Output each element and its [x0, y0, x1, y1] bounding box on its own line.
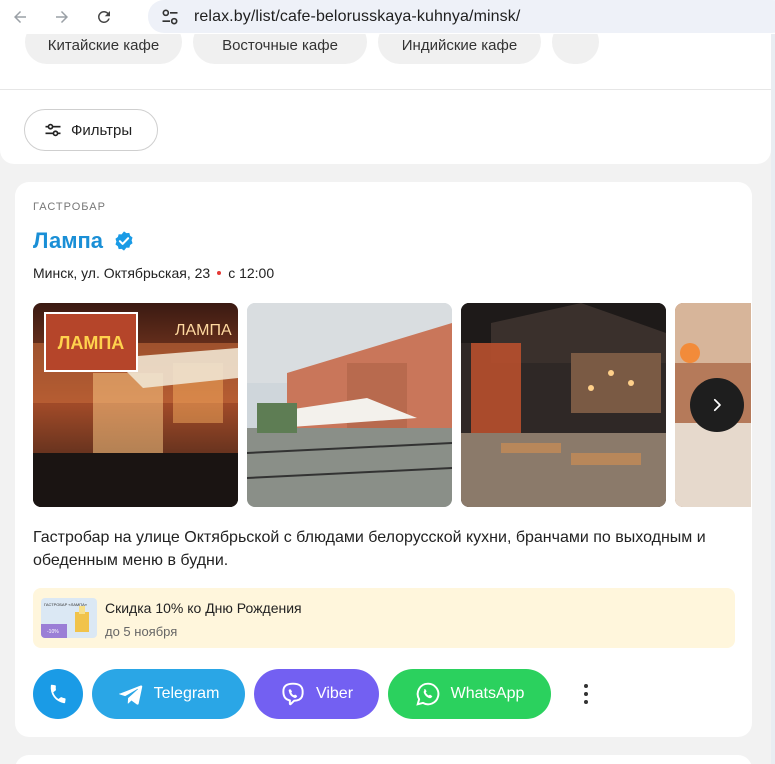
reload-icon [97, 10, 110, 23]
listing-hours: с 12:00 [228, 265, 275, 281]
promo-thumbnail: ГАСТРОБАР «ЛАМПА» -10% [41, 598, 97, 638]
listing-description: Гастробар на улице Октябрьской с блюдами… [33, 529, 706, 569]
url-text[interactable]: relax.by/list/cafe-belorusskaya-kuhnya/m… [194, 8, 520, 26]
page-right-edge [771, 34, 775, 764]
telegram-label: Telegram [153, 685, 220, 702]
promo-date: до 5 ноября [105, 624, 178, 639]
back-button[interactable] [6, 3, 34, 31]
viber-icon [282, 682, 304, 706]
chip-indian-cafe[interactable]: Индийские кафе [378, 34, 541, 64]
verified-badge-icon [115, 231, 133, 251]
viber-label: Viber [315, 685, 354, 702]
more-dot-icon [584, 692, 588, 696]
arrow-right-icon [56, 11, 68, 23]
more-dot-icon [584, 700, 588, 704]
viber-button[interactable]: Viber [254, 669, 379, 719]
gallery-photo-1[interactable]: ЛАМПА ЛАМПА [33, 303, 238, 507]
phone-icon [50, 684, 66, 704]
chip-label: Восточные кафе [222, 37, 338, 54]
call-button[interactable] [33, 669, 83, 719]
more-dot-icon [584, 684, 588, 688]
listing-address-row: Минск, ул. Октябрьская, 23 с 12:00 [33, 265, 274, 281]
more-options-button[interactable] [579, 682, 593, 706]
gallery-photo-3[interactable] [461, 303, 666, 507]
filters-button-label: Фильтры [71, 121, 133, 139]
next-listing-card [15, 755, 752, 764]
category-chips: Китайские кафе Восточные кафе Индийские … [0, 34, 771, 90]
whatsapp-icon [415, 682, 439, 706]
photo-gallery: ЛАМПА ЛАМПА [33, 303, 751, 507]
gallery-photo-2[interactable] [247, 303, 452, 507]
promo-thumbnail-image: ГАСТРОБАР «ЛАМПА» -10% [41, 598, 97, 638]
address-bar[interactable]: relax.by/list/cafe-belorusskaya-kuhnya/m… [148, 0, 775, 33]
chip-label: Китайские кафе [47, 37, 160, 54]
telegram-icon [118, 685, 142, 705]
whatsapp-label: WhatsApp [450, 685, 525, 702]
gallery-next-button[interactable] [690, 378, 744, 432]
photo-interior [461, 303, 666, 507]
arrow-left-icon [14, 11, 26, 23]
photo-exterior-night: ЛАМПА ЛАМПА [33, 303, 238, 507]
photo-sign-logo: ЛАМПА [58, 333, 125, 353]
sliders-icon [45, 123, 61, 137]
chevron-right-icon [713, 398, 721, 412]
listing-title-row: Лампа [33, 228, 135, 254]
site-settings-icon[interactable] [160, 7, 180, 27]
forward-button[interactable] [48, 3, 76, 31]
separator-dot [217, 271, 222, 275]
filters-panel: Китайские кафе Восточные кафе Индийские … [0, 34, 771, 164]
photo-exterior-day [247, 303, 452, 507]
photo-sign-neon: ЛАМПА [175, 322, 232, 339]
telegram-button[interactable]: Telegram [92, 669, 245, 719]
chip-label: Индийские кафе [401, 37, 518, 54]
browser-toolbar: relax.by/list/cafe-belorusskaya-kuhnya/m… [0, 0, 775, 34]
listing-card: ГАСТРОБАР Лампа Минск, ул. Октябрьская, … [15, 182, 752, 737]
filters-button[interactable]: Фильтры [24, 109, 158, 151]
promo-thumb-badge: -10% [47, 629, 59, 635]
listing-name[interactable]: Лампа [33, 228, 103, 254]
chip-more[interactable] [552, 34, 599, 64]
promo-banner[interactable]: ГАСТРОБАР «ЛАМПА» -10% Скидка 10% ко Дню… [33, 588, 735, 648]
listing-address: Минск, ул. Октябрьская, 23 [33, 265, 211, 281]
listing-category: ГАСТРОБАР [33, 201, 106, 213]
chip-oriental-cafe[interactable]: Восточные кафе [193, 34, 367, 64]
promo-title: Скидка 10% ко Дню Рождения [105, 600, 302, 616]
whatsapp-button[interactable]: WhatsApp [388, 669, 551, 719]
chip-chinese-cafe[interactable]: Китайские кафе [25, 34, 182, 64]
reload-button[interactable] [90, 3, 118, 31]
